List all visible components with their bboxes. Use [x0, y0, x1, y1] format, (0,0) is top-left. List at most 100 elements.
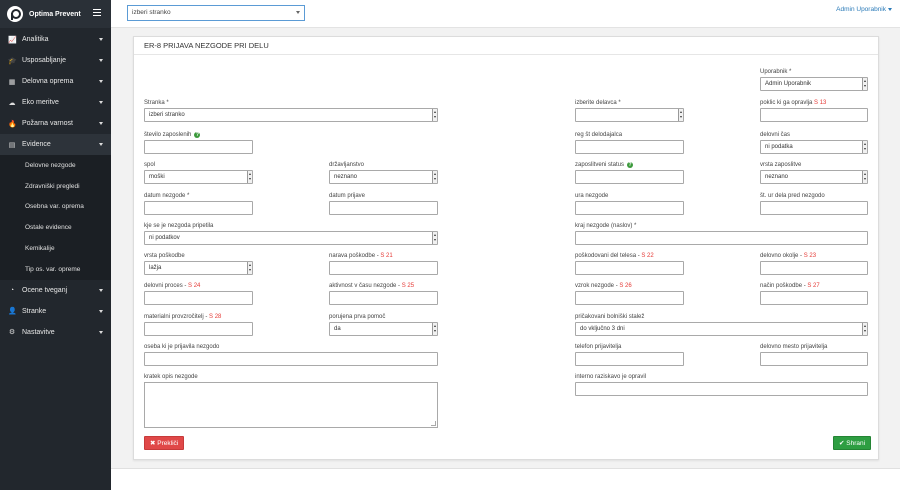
kje-value: ni podatkov [149, 235, 180, 241]
kje-select[interactable]: ni podatkov [144, 231, 438, 245]
sidebar-item-label: Evidence [22, 141, 51, 148]
poskodovani-del-input[interactable] [575, 261, 684, 275]
vrsta-poskodbe-select[interactable]: lažja [144, 261, 253, 275]
submenu-tip-os-var-opreme[interactable]: Tip os. var. opreme [0, 259, 111, 280]
sidebar: Optima Prevent 📈 Analitika 🎓 Usposabljan… [0, 0, 111, 490]
stevilo-zaposlenih-label: število zaposlenih? [144, 132, 201, 138]
chart-line-icon: 📈 [8, 36, 17, 44]
cancel-button[interactable]: ✖ Prekliči [144, 436, 185, 450]
telefon-input[interactable] [575, 352, 684, 366]
st-ur-input[interactable] [760, 201, 868, 215]
sidebar-item-label: Analitika [22, 36, 49, 43]
zaposlitveni-status-label: zaposlitveni status? [575, 162, 634, 168]
brand-name: Optima Prevent [29, 10, 81, 18]
sidebar-item-pozarna-varnost[interactable]: 🔥 Požarna varnost [0, 113, 111, 134]
accident-report-panel: ER-8 PRIJAVA NEZGODE PRI DELU Uporabnik … [133, 36, 879, 460]
delovno-mesto-input[interactable] [760, 352, 868, 366]
ura-nezgode-input[interactable] [575, 201, 684, 215]
prva-pomoc-label: porujena prva pomoč [329, 314, 386, 320]
delovni-proces-input[interactable] [144, 291, 253, 305]
narava-input[interactable] [329, 261, 438, 275]
client-select[interactable]: izberi stranko [127, 5, 305, 21]
bolniski-value: do vključno 3 dni [580, 326, 625, 332]
aktivnost-input[interactable] [329, 291, 438, 305]
help-icon[interactable]: ? [194, 132, 201, 138]
save-button[interactable]: ✔ Shrani [833, 436, 872, 450]
cancel-button-label: Prekliči [157, 440, 179, 447]
sidebar-item-nastavitve[interactable]: ⚙ Nastavitve [0, 322, 111, 343]
chevron-down-icon [99, 80, 103, 83]
datum-nezgode-input[interactable] [144, 201, 253, 215]
chevron-down-icon [99, 59, 103, 62]
chevron-down-icon [99, 122, 103, 125]
user-menu[interactable]: Admin Uporabnik [836, 6, 892, 13]
select-arrows-icon [432, 109, 437, 121]
vrsta-zaposlitve-select[interactable]: neznano [760, 170, 868, 184]
user-name: Admin Uporabnik [836, 6, 886, 13]
stranka-select[interactable]: izberi stranko [144, 108, 438, 122]
bolniski-label: pričakovani bolniški stalež [575, 314, 645, 320]
zaposlitveni-status-input[interactable] [575, 170, 684, 184]
sidebar-item-stranke[interactable]: 👤 Stranke [0, 301, 111, 322]
close-icon: ✖ [150, 440, 156, 447]
sidebar-item-usposabljanje[interactable]: 🎓 Usposabljanje [0, 50, 111, 71]
opis-textarea[interactable] [144, 382, 438, 428]
delovni-cas-label: delovni čas [760, 132, 791, 138]
delovno-mesto-label: delovno mesto prijavitelja [760, 344, 828, 350]
kraj-input[interactable] [575, 231, 868, 245]
hamburger-menu-icon[interactable] [93, 9, 101, 16]
interno-input[interactable] [575, 382, 868, 396]
brand[interactable]: Optima Prevent [0, 0, 111, 28]
sidebar-item-evidence[interactable]: ▤ Evidence [0, 134, 111, 155]
datum-prijave-input[interactable] [329, 201, 438, 215]
submenu-zdravniski-pregledi[interactable]: Zdravniški pregledi [0, 176, 111, 197]
nacin-input[interactable] [760, 291, 868, 305]
vrsta-zaposlitve-label: vrsta zaposlitve [760, 162, 802, 168]
drzavljanstvo-label: državljanstvo [329, 162, 365, 168]
reg-st-input[interactable] [575, 140, 684, 154]
uporabnik-select[interactable]: Admin Uporabnik [760, 77, 868, 91]
prva-pomoc-select[interactable]: da [329, 322, 438, 336]
oseba-input[interactable] [144, 352, 438, 366]
st-ur-label: št. ur dela pred nezgodo [760, 193, 825, 199]
select-arrows-icon [862, 141, 867, 153]
bolniski-select[interactable]: do vključno 3 dni [575, 322, 868, 336]
stranka-label: Stranka * [144, 100, 169, 106]
sidebar-item-label: Usposabljanje [22, 57, 66, 64]
sidebar-item-ocene-tveganj[interactable]: ◔ Ocene tveganj [0, 280, 111, 301]
submenu-osebna-var-oprema[interactable]: Osebna var. oprema [0, 197, 111, 218]
sidebar-item-eko-meritve[interactable]: ☁ Eko meritve [0, 92, 111, 113]
materialni-label: materialni provzročitelj - S 28 [144, 314, 222, 320]
client-select-value: izberi stranko [132, 9, 171, 16]
help-icon[interactable]: ? [627, 162, 634, 168]
oseba-label: oseba ki je prijavila nezgodo [144, 344, 220, 350]
opis-label: kratek opis nezgode [144, 374, 198, 380]
chevron-down-icon [99, 101, 103, 104]
nacin-label: način poškodbe - S 27 [760, 283, 820, 289]
delovno-okolje-input[interactable] [760, 261, 868, 275]
delovni-cas-value: ni podatka [765, 144, 793, 150]
list-icon: ▤ [8, 141, 16, 149]
kraj-label: kraj nezgode (naslov) * [575, 223, 637, 229]
spol-select[interactable]: moški [144, 170, 253, 184]
stevilo-zaposlenih-input[interactable] [144, 140, 253, 154]
submenu-ostale-evidence[interactable]: Ostale evidence [0, 217, 111, 238]
telefon-label: telefon prijavitelja [575, 344, 622, 350]
sidebar-item-analitika[interactable]: 📈 Analitika [0, 29, 111, 50]
narava-label: narava poškodbe - S 21 [329, 253, 393, 259]
submenu-kemikalije[interactable]: Kemikalije [0, 238, 111, 259]
chevron-down-icon [99, 288, 103, 292]
materialni-input[interactable] [144, 322, 253, 336]
poklic-input[interactable] [760, 108, 868, 122]
submenu-delovne-nezgode[interactable]: Delovne nezgode [0, 155, 111, 176]
delovni-proces-label: delovni proces - S 24 [144, 283, 201, 289]
vzrok-input[interactable] [575, 291, 684, 305]
vrsta-zaposlitve-value: neznano [765, 174, 789, 180]
user-icon: 👤 [8, 308, 17, 316]
footer [111, 468, 900, 490]
delovni-cas-select[interactable]: ni podatka [760, 140, 868, 154]
delavec-select[interactable] [575, 108, 684, 122]
drzavljanstvo-select[interactable]: neznano [329, 170, 438, 184]
sidebar-item-delovna-oprema[interactable]: ▦ Delovna oprema [0, 71, 111, 92]
select-arrows-icon [862, 323, 867, 335]
